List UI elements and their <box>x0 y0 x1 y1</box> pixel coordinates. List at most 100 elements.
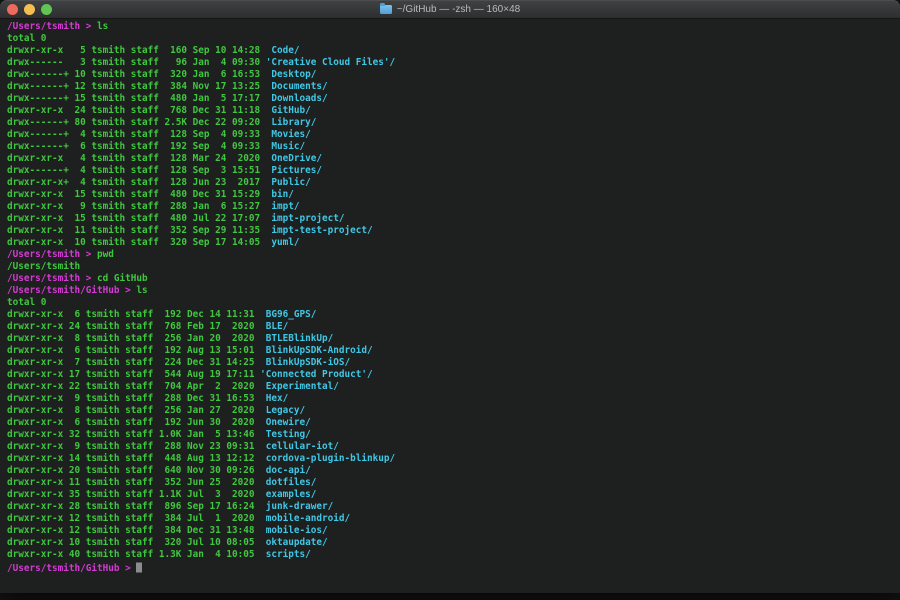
terminal-line: drwxr-xr-x 11 tsmith staff 352 Sep 29 11… <box>7 225 900 237</box>
output-text: drwxr-xr-x 32 tsmith staff 1.0K Jan 5 13… <box>7 429 255 440</box>
terminal-line: /Users/tsmith <box>7 261 900 273</box>
directory-name: 'Creative Cloud Files'/ <box>260 57 395 68</box>
directory-name: oktaupdate/ <box>255 537 328 548</box>
terminal-line: total 0 <box>7 33 900 45</box>
terminal-line: drwxr-xr-x 15 tsmith staff 480 Dec 31 15… <box>7 189 900 201</box>
terminal-line: drwxr-xr-x 20 tsmith staff 640 Nov 30 09… <box>7 465 900 477</box>
directory-name: bin/ <box>260 189 294 200</box>
folder-proxy-icon[interactable] <box>380 5 392 14</box>
output-text: total 0 <box>7 33 46 44</box>
output-text: drwxr-xr-x 6 tsmith staff 192 Aug 13 15:… <box>7 345 255 356</box>
terminal-line: drwxr-xr-x 9 tsmith staff 288 Dec 31 16:… <box>7 393 900 405</box>
directory-name: impt/ <box>260 201 299 212</box>
directory-name: mobile-ios/ <box>255 525 328 536</box>
terminal-line: drwxr-xr-x 6 tsmith staff 192 Dec 14 11:… <box>7 309 900 321</box>
terminal-line: drwxr-xr-x 28 tsmith staff 896 Sep 17 16… <box>7 501 900 513</box>
terminal-line: drwxr-xr-x 5 tsmith staff 160 Sep 10 14:… <box>7 45 900 57</box>
terminal-line: drwx------+ 4 tsmith staff 128 Sep 3 15:… <box>7 165 900 177</box>
terminal-line: drwxr-xr-x 8 tsmith staff 256 Jan 27 202… <box>7 405 900 417</box>
output-text: ls <box>136 285 147 296</box>
directory-name: mobile-android/ <box>255 513 351 524</box>
output-text: drwx------+ 80 tsmith staff 2.5K Dec 22 … <box>7 117 260 128</box>
output-text: drwxr-xr-x 6 tsmith staff 192 Jun 30 202… <box>7 417 255 428</box>
directory-name: Movies/ <box>260 129 311 140</box>
directory-name: Code/ <box>260 45 299 56</box>
terminal-window: ~/GitHub — -zsh — 160×48 /Users/tsmith >… <box>0 0 900 593</box>
output-text: drwxr-xr-x 9 tsmith staff 288 Dec 31 16:… <box>7 393 255 404</box>
output-text: drwxr-xr-x 15 tsmith staff 480 Jul 22 17… <box>7 213 260 224</box>
terminal-line: /Users/tsmith > cd GitHub <box>7 273 900 285</box>
terminal-line: drwxr-xr-x 17 tsmith staff 544 Aug 19 17… <box>7 369 900 381</box>
terminal-line: drwxr-xr-x 7 tsmith staff 224 Dec 31 14:… <box>7 357 900 369</box>
output-text: drwxr-xr-x 6 tsmith staff 192 Dec 14 11:… <box>7 309 255 320</box>
terminal-line: /Users/tsmith > ls <box>7 21 900 33</box>
output-text: drwxr-xr-x 9 tsmith staff 288 Nov 23 09:… <box>7 441 255 452</box>
directory-name: Onewire/ <box>255 417 311 428</box>
output-text: drwxr-xr-x 9 tsmith staff 288 Jan 6 15:2… <box>7 201 260 212</box>
terminal-line: drwxr-xr-x 12 tsmith staff 384 Jul 1 202… <box>7 513 900 525</box>
directory-name: Public/ <box>260 177 311 188</box>
terminal-line: total 0 <box>7 297 900 309</box>
output-text: /Users/tsmith <box>7 261 80 272</box>
output-text: drwx------ 3 tsmith staff 96 Jan 4 09:30 <box>7 57 260 68</box>
directory-name: Legacy/ <box>255 405 306 416</box>
output-text: drwxr-xr-x 24 tsmith staff 768 Feb 17 20… <box>7 321 255 332</box>
directory-name: Experimental/ <box>255 381 339 392</box>
terminal-line: drwxr-xr-x 6 tsmith staff 192 Aug 13 15:… <box>7 345 900 357</box>
directory-name: examples/ <box>255 489 317 500</box>
terminal-output[interactable]: /Users/tsmith > lstotal 0drwxr-xr-x 5 ts… <box>0 19 900 593</box>
directory-name: junk-drawer/ <box>255 501 334 512</box>
terminal-line: /Users/tsmith/GitHub > <box>7 561 900 573</box>
output-text: drwxr-xr-x 10 tsmith staff 320 Jul 10 08… <box>7 537 255 548</box>
terminal-line: drwxr-xr-x 8 tsmith staff 256 Jan 20 202… <box>7 333 900 345</box>
directory-name: impt-project/ <box>260 213 344 224</box>
output-text: drwxr-xr-x 12 tsmith staff 384 Jul 1 202… <box>7 513 255 524</box>
directory-name: impt-test-project/ <box>260 225 373 236</box>
terminal-line: drwxr-xr-x 4 tsmith staff 128 Mar 24 202… <box>7 153 900 165</box>
terminal-line: drwxr-xr-x 10 tsmith staff 320 Sep 17 14… <box>7 237 900 249</box>
terminal-line: drwx------ 3 tsmith staff 96 Jan 4 09:30… <box>7 57 900 69</box>
directory-name: yuml/ <box>260 237 299 248</box>
desktop: ~/GitHub — -zsh — 160×48 /Users/tsmith >… <box>0 0 900 600</box>
directory-name: Music/ <box>260 141 305 152</box>
terminal-line: drwx------+ 10 tsmith staff 320 Jan 6 16… <box>7 69 900 81</box>
zoom-button[interactable] <box>41 4 52 15</box>
output-text: drwxr-xr-x 11 tsmith staff 352 Jun 25 20… <box>7 477 255 488</box>
output-text: drwxr-xr-x 22 tsmith staff 704 Apr 2 202… <box>7 381 255 392</box>
terminal-line: drwx------+ 4 tsmith staff 128 Sep 4 09:… <box>7 129 900 141</box>
output-text: drwxr-xr-x 28 tsmith staff 896 Sep 17 16… <box>7 501 255 512</box>
traffic-lights <box>7 4 52 15</box>
output-text: drwx------+ 4 tsmith staff 128 Sep 3 15:… <box>7 165 260 176</box>
minimize-button[interactable] <box>24 4 35 15</box>
directory-name: 'Connected Product'/ <box>255 369 373 380</box>
terminal-line: drwx------+ 12 tsmith staff 384 Nov 17 1… <box>7 81 900 93</box>
terminal-line: drwxr-xr-x 12 tsmith staff 384 Dec 31 13… <box>7 525 900 537</box>
prompt-text: /Users/tsmith/GitHub > <box>7 563 136 574</box>
terminal-line: drwxr-xr-x 40 tsmith staff 1.3K Jan 4 10… <box>7 549 900 561</box>
terminal-line: drwxr-xr-x 24 tsmith staff 768 Feb 17 20… <box>7 321 900 333</box>
terminal-line: drwxr-xr-x 11 tsmith staff 352 Jun 25 20… <box>7 477 900 489</box>
prompt-text: /Users/tsmith > <box>7 249 97 260</box>
titlebar-center: ~/GitHub — -zsh — 160×48 <box>0 0 900 18</box>
directory-name: dotfiles/ <box>255 477 317 488</box>
terminal-line: drwxr-xr-x 9 tsmith staff 288 Nov 23 09:… <box>7 441 900 453</box>
output-text: drwxr-xr-x 7 tsmith staff 224 Dec 31 14:… <box>7 357 255 368</box>
terminal-line: drwxr-xr-x 15 tsmith staff 480 Jul 22 17… <box>7 213 900 225</box>
prompt-text: /Users/tsmith > <box>7 273 97 284</box>
directory-name: doc-api/ <box>255 465 311 476</box>
output-text: drwxr-xr-x 10 tsmith staff 320 Sep 17 14… <box>7 237 260 248</box>
directory-name: Downloads/ <box>260 93 328 104</box>
terminal-line: drwxr-xr-x 14 tsmith staff 448 Aug 13 12… <box>7 453 900 465</box>
directory-name: BLE/ <box>255 321 289 332</box>
window-titlebar[interactable]: ~/GitHub — -zsh — 160×48 <box>0 0 900 19</box>
output-text: drwx------+ 15 tsmith staff 480 Jan 5 17… <box>7 93 260 104</box>
output-text: drwxr-xr-x 35 tsmith staff 1.1K Jul 3 20… <box>7 489 255 500</box>
directory-name: Hex/ <box>255 393 289 404</box>
directory-name: Documents/ <box>260 81 328 92</box>
directory-name: BTLEBlinkUp/ <box>255 333 334 344</box>
directory-name: BG96_GPS/ <box>255 309 317 320</box>
output-text: total 0 <box>7 297 46 308</box>
directory-name: Library/ <box>260 117 316 128</box>
close-button[interactable] <box>7 4 18 15</box>
directory-name: BlinkUpSDK-Android/ <box>255 345 373 356</box>
